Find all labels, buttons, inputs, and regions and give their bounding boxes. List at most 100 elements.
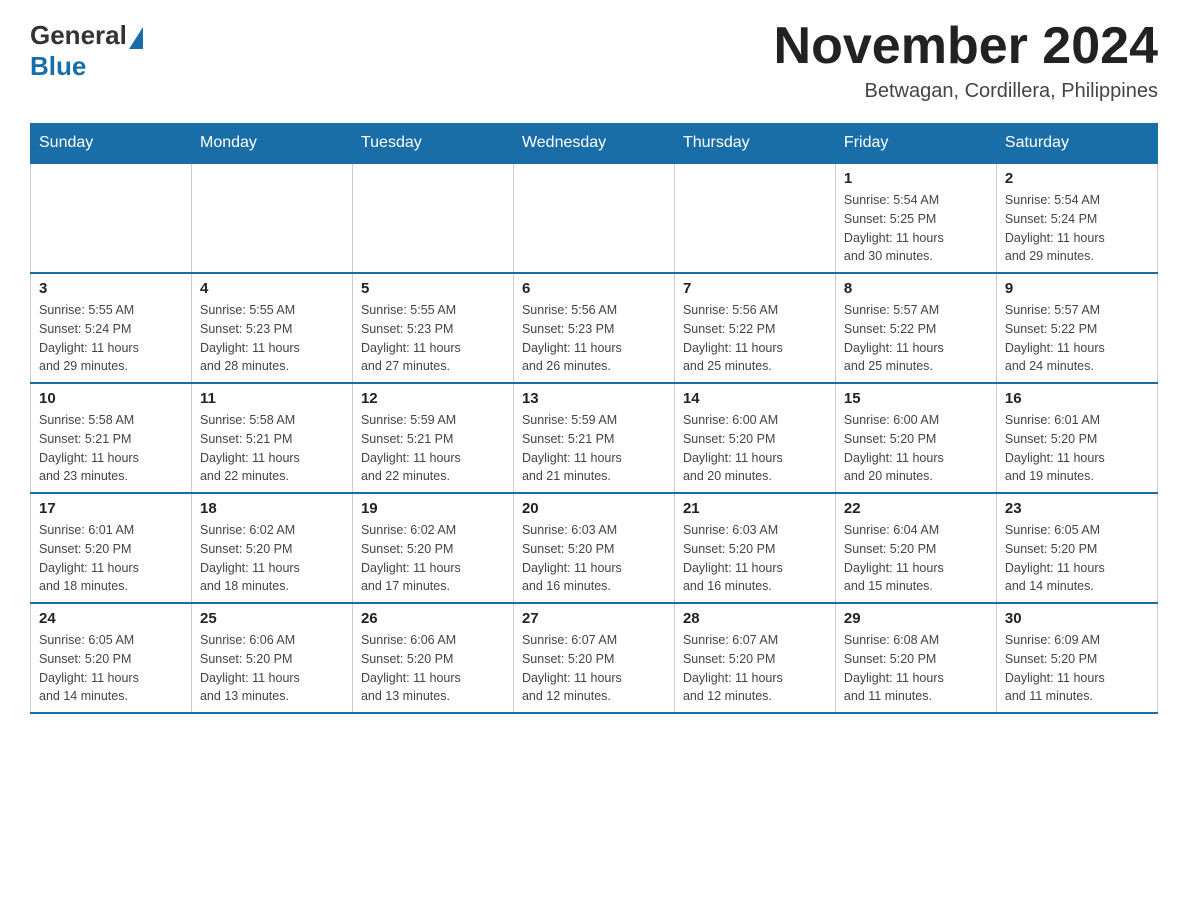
calendar-cell: 10 Sunrise: 5:58 AMSunset: 5:21 PMDayligh… bbox=[31, 383, 192, 493]
day-number: 30 bbox=[1005, 610, 1149, 627]
logo-triangle-icon bbox=[129, 27, 143, 49]
day-number: 7 bbox=[683, 280, 827, 297]
calendar-cell: 2 Sunrise: 5:54 AMSunset: 5:24 PMDaylight… bbox=[996, 163, 1157, 273]
calendar-cell: 14 Sunrise: 6:00 AMSunset: 5:20 PMDayligh… bbox=[674, 383, 835, 493]
day-info: Sunrise: 6:05 AMSunset: 5:20 PMDaylight:… bbox=[1005, 521, 1149, 596]
calendar-cell: 6Sunrise: 5:56 AMSunset: 5:23 PMDaylight… bbox=[513, 273, 674, 383]
day-info: Sunrise: 5:54 AMSunset: 5:24 PMDaylight:… bbox=[1005, 191, 1149, 266]
day-info: Sunrise: 5:58 AMSunset: 5:21 PMDaylight:… bbox=[39, 411, 183, 486]
day-info: Sunrise: 6:05 AMSunset: 5:20 PMDaylight:… bbox=[39, 631, 183, 706]
title-section: November 2024 Betwagan, Cordillera, Phil… bbox=[774, 20, 1158, 103]
day-info: Sunrise: 6:07 AMSunset: 5:20 PMDaylight:… bbox=[522, 631, 666, 706]
logo-blue-text: Blue bbox=[30, 51, 86, 81]
weekday-header-row: SundayMondayTuesdayWednesdayThursdayFrid… bbox=[31, 124, 1158, 164]
calendar-cell: 23Sunrise: 6:05 AMSunset: 5:20 PMDayligh… bbox=[996, 493, 1157, 603]
day-number: 16 bbox=[1005, 390, 1149, 407]
day-info: Sunrise: 6:06 AMSunset: 5:20 PMDaylight:… bbox=[200, 631, 344, 706]
calendar-cell: 15 Sunrise: 6:00 AMSunset: 5:20 PMDayligh… bbox=[835, 383, 996, 493]
day-number: 10 bbox=[39, 390, 183, 407]
day-info: Sunrise: 5:56 AMSunset: 5:23 PMDaylight:… bbox=[522, 301, 666, 376]
day-number: 29 bbox=[844, 610, 988, 627]
day-info: Sunrise: 6:08 AMSunset: 5:20 PMDaylight:… bbox=[844, 631, 988, 706]
calendar-cell bbox=[674, 163, 835, 273]
day-number: 14 bbox=[683, 390, 827, 407]
day-number: 20 bbox=[522, 500, 666, 517]
day-number: 24 bbox=[39, 610, 183, 627]
logo-general-text: General bbox=[30, 20, 127, 51]
day-info: Sunrise: 5:55 AMSunset: 5:23 PMDaylight:… bbox=[200, 301, 344, 376]
day-number: 11 bbox=[200, 390, 344, 407]
page-header: General Blue November 2024 Betwagan, Cor… bbox=[30, 20, 1158, 103]
day-info: Sunrise: 6:01 AMSunset: 5:20 PMDaylight:… bbox=[39, 521, 183, 596]
calendar-cell: 18Sunrise: 6:02 AMSunset: 5:20 PMDayligh… bbox=[191, 493, 352, 603]
logo: General Blue bbox=[30, 20, 145, 82]
calendar-cell: 5 Sunrise: 5:55 AMSunset: 5:23 PMDaylight… bbox=[352, 273, 513, 383]
calendar-cell bbox=[31, 163, 192, 273]
day-number: 3 bbox=[39, 280, 183, 297]
day-number: 17 bbox=[39, 500, 183, 517]
calendar-week-row: 1 Sunrise: 5:54 AMSunset: 5:25 PMDaylight… bbox=[31, 163, 1158, 273]
day-info: Sunrise: 5:55 AMSunset: 5:23 PMDaylight:… bbox=[361, 301, 505, 376]
day-info: Sunrise: 6:07 AMSunset: 5:20 PMDaylight:… bbox=[683, 631, 827, 706]
month-year-title: November 2024 bbox=[774, 20, 1158, 72]
day-info: Sunrise: 6:03 AMSunset: 5:20 PMDaylight:… bbox=[683, 521, 827, 596]
calendar-week-row: 10 Sunrise: 5:58 AMSunset: 5:21 PMDayligh… bbox=[31, 383, 1158, 493]
day-number: 28 bbox=[683, 610, 827, 627]
day-info: Sunrise: 6:06 AMSunset: 5:20 PMDaylight:… bbox=[361, 631, 505, 706]
calendar-cell bbox=[191, 163, 352, 273]
day-info: Sunrise: 5:57 AMSunset: 5:22 PMDaylight:… bbox=[844, 301, 988, 376]
weekday-header-tuesday: Tuesday bbox=[352, 124, 513, 164]
day-info: Sunrise: 5:59 AMSunset: 5:21 PMDaylight:… bbox=[361, 411, 505, 486]
weekday-header-sunday: Sunday bbox=[31, 124, 192, 164]
calendar-cell bbox=[352, 163, 513, 273]
calendar-cell: 8Sunrise: 5:57 AMSunset: 5:22 PMDaylight… bbox=[835, 273, 996, 383]
day-info: Sunrise: 6:04 AMSunset: 5:20 PMDaylight:… bbox=[844, 521, 988, 596]
day-number: 5 bbox=[361, 280, 505, 297]
day-number: 4 bbox=[200, 280, 344, 297]
calendar-cell: 9Sunrise: 5:57 AMSunset: 5:22 PMDaylight… bbox=[996, 273, 1157, 383]
day-number: 27 bbox=[522, 610, 666, 627]
day-number: 15 bbox=[844, 390, 988, 407]
day-info: Sunrise: 6:03 AMSunset: 5:20 PMDaylight:… bbox=[522, 521, 666, 596]
day-info: Sunrise: 5:56 AMSunset: 5:22 PMDaylight:… bbox=[683, 301, 827, 376]
calendar-week-row: 17 Sunrise: 6:01 AMSunset: 5:20 PMDayligh… bbox=[31, 493, 1158, 603]
day-number: 19 bbox=[361, 500, 505, 517]
day-info: Sunrise: 6:01 AMSunset: 5:20 PMDaylight:… bbox=[1005, 411, 1149, 486]
calendar-cell: 16 Sunrise: 6:01 AMSunset: 5:20 PMDayligh… bbox=[996, 383, 1157, 493]
day-info: Sunrise: 6:00 AMSunset: 5:20 PMDaylight:… bbox=[844, 411, 988, 486]
calendar-table: SundayMondayTuesdayWednesdayThursdayFrid… bbox=[30, 123, 1158, 714]
day-number: 13 bbox=[522, 390, 666, 407]
calendar-cell: 24 Sunrise: 6:05 AMSunset: 5:20 PMDayligh… bbox=[31, 603, 192, 713]
calendar-cell: 4 Sunrise: 5:55 AMSunset: 5:23 PMDaylight… bbox=[191, 273, 352, 383]
weekday-header-friday: Friday bbox=[835, 124, 996, 164]
day-info: Sunrise: 5:58 AMSunset: 5:21 PMDaylight:… bbox=[200, 411, 344, 486]
calendar-cell: 3 Sunrise: 5:55 AMSunset: 5:24 PMDaylight… bbox=[31, 273, 192, 383]
calendar-cell: 20 Sunrise: 6:03 AMSunset: 5:20 PMDayligh… bbox=[513, 493, 674, 603]
calendar-cell: 22Sunrise: 6:04 AMSunset: 5:20 PMDayligh… bbox=[835, 493, 996, 603]
calendar-cell: 1 Sunrise: 5:54 AMSunset: 5:25 PMDaylight… bbox=[835, 163, 996, 273]
location-subtitle: Betwagan, Cordillera, Philippines bbox=[774, 80, 1158, 103]
calendar-cell: 13 Sunrise: 5:59 AMSunset: 5:21 PMDayligh… bbox=[513, 383, 674, 493]
calendar-cell: 29 Sunrise: 6:08 AMSunset: 5:20 PMDayligh… bbox=[835, 603, 996, 713]
weekday-header-saturday: Saturday bbox=[996, 124, 1157, 164]
day-number: 9 bbox=[1005, 280, 1149, 297]
calendar-cell: 30 Sunrise: 6:09 AMSunset: 5:20 PMDayligh… bbox=[996, 603, 1157, 713]
day-number: 25 bbox=[200, 610, 344, 627]
calendar-cell: 27 Sunrise: 6:07 AMSunset: 5:20 PMDayligh… bbox=[513, 603, 674, 713]
day-number: 21 bbox=[683, 500, 827, 517]
day-number: 2 bbox=[1005, 170, 1149, 187]
day-info: Sunrise: 6:02 AMSunset: 5:20 PMDaylight:… bbox=[200, 521, 344, 596]
calendar-cell bbox=[513, 163, 674, 273]
day-info: Sunrise: 5:54 AMSunset: 5:25 PMDaylight:… bbox=[844, 191, 988, 266]
calendar-cell: 26Sunrise: 6:06 AMSunset: 5:20 PMDayligh… bbox=[352, 603, 513, 713]
day-info: Sunrise: 6:02 AMSunset: 5:20 PMDaylight:… bbox=[361, 521, 505, 596]
day-info: Sunrise: 5:59 AMSunset: 5:21 PMDaylight:… bbox=[522, 411, 666, 486]
day-info: Sunrise: 6:09 AMSunset: 5:20 PMDaylight:… bbox=[1005, 631, 1149, 706]
calendar-cell: 7 Sunrise: 5:56 AMSunset: 5:22 PMDaylight… bbox=[674, 273, 835, 383]
day-number: 1 bbox=[844, 170, 988, 187]
day-info: Sunrise: 5:55 AMSunset: 5:24 PMDaylight:… bbox=[39, 301, 183, 376]
calendar-cell: 11 Sunrise: 5:58 AMSunset: 5:21 PMDayligh… bbox=[191, 383, 352, 493]
day-info: Sunrise: 6:00 AMSunset: 5:20 PMDaylight:… bbox=[683, 411, 827, 486]
calendar-cell: 17 Sunrise: 6:01 AMSunset: 5:20 PMDayligh… bbox=[31, 493, 192, 603]
day-number: 12 bbox=[361, 390, 505, 407]
